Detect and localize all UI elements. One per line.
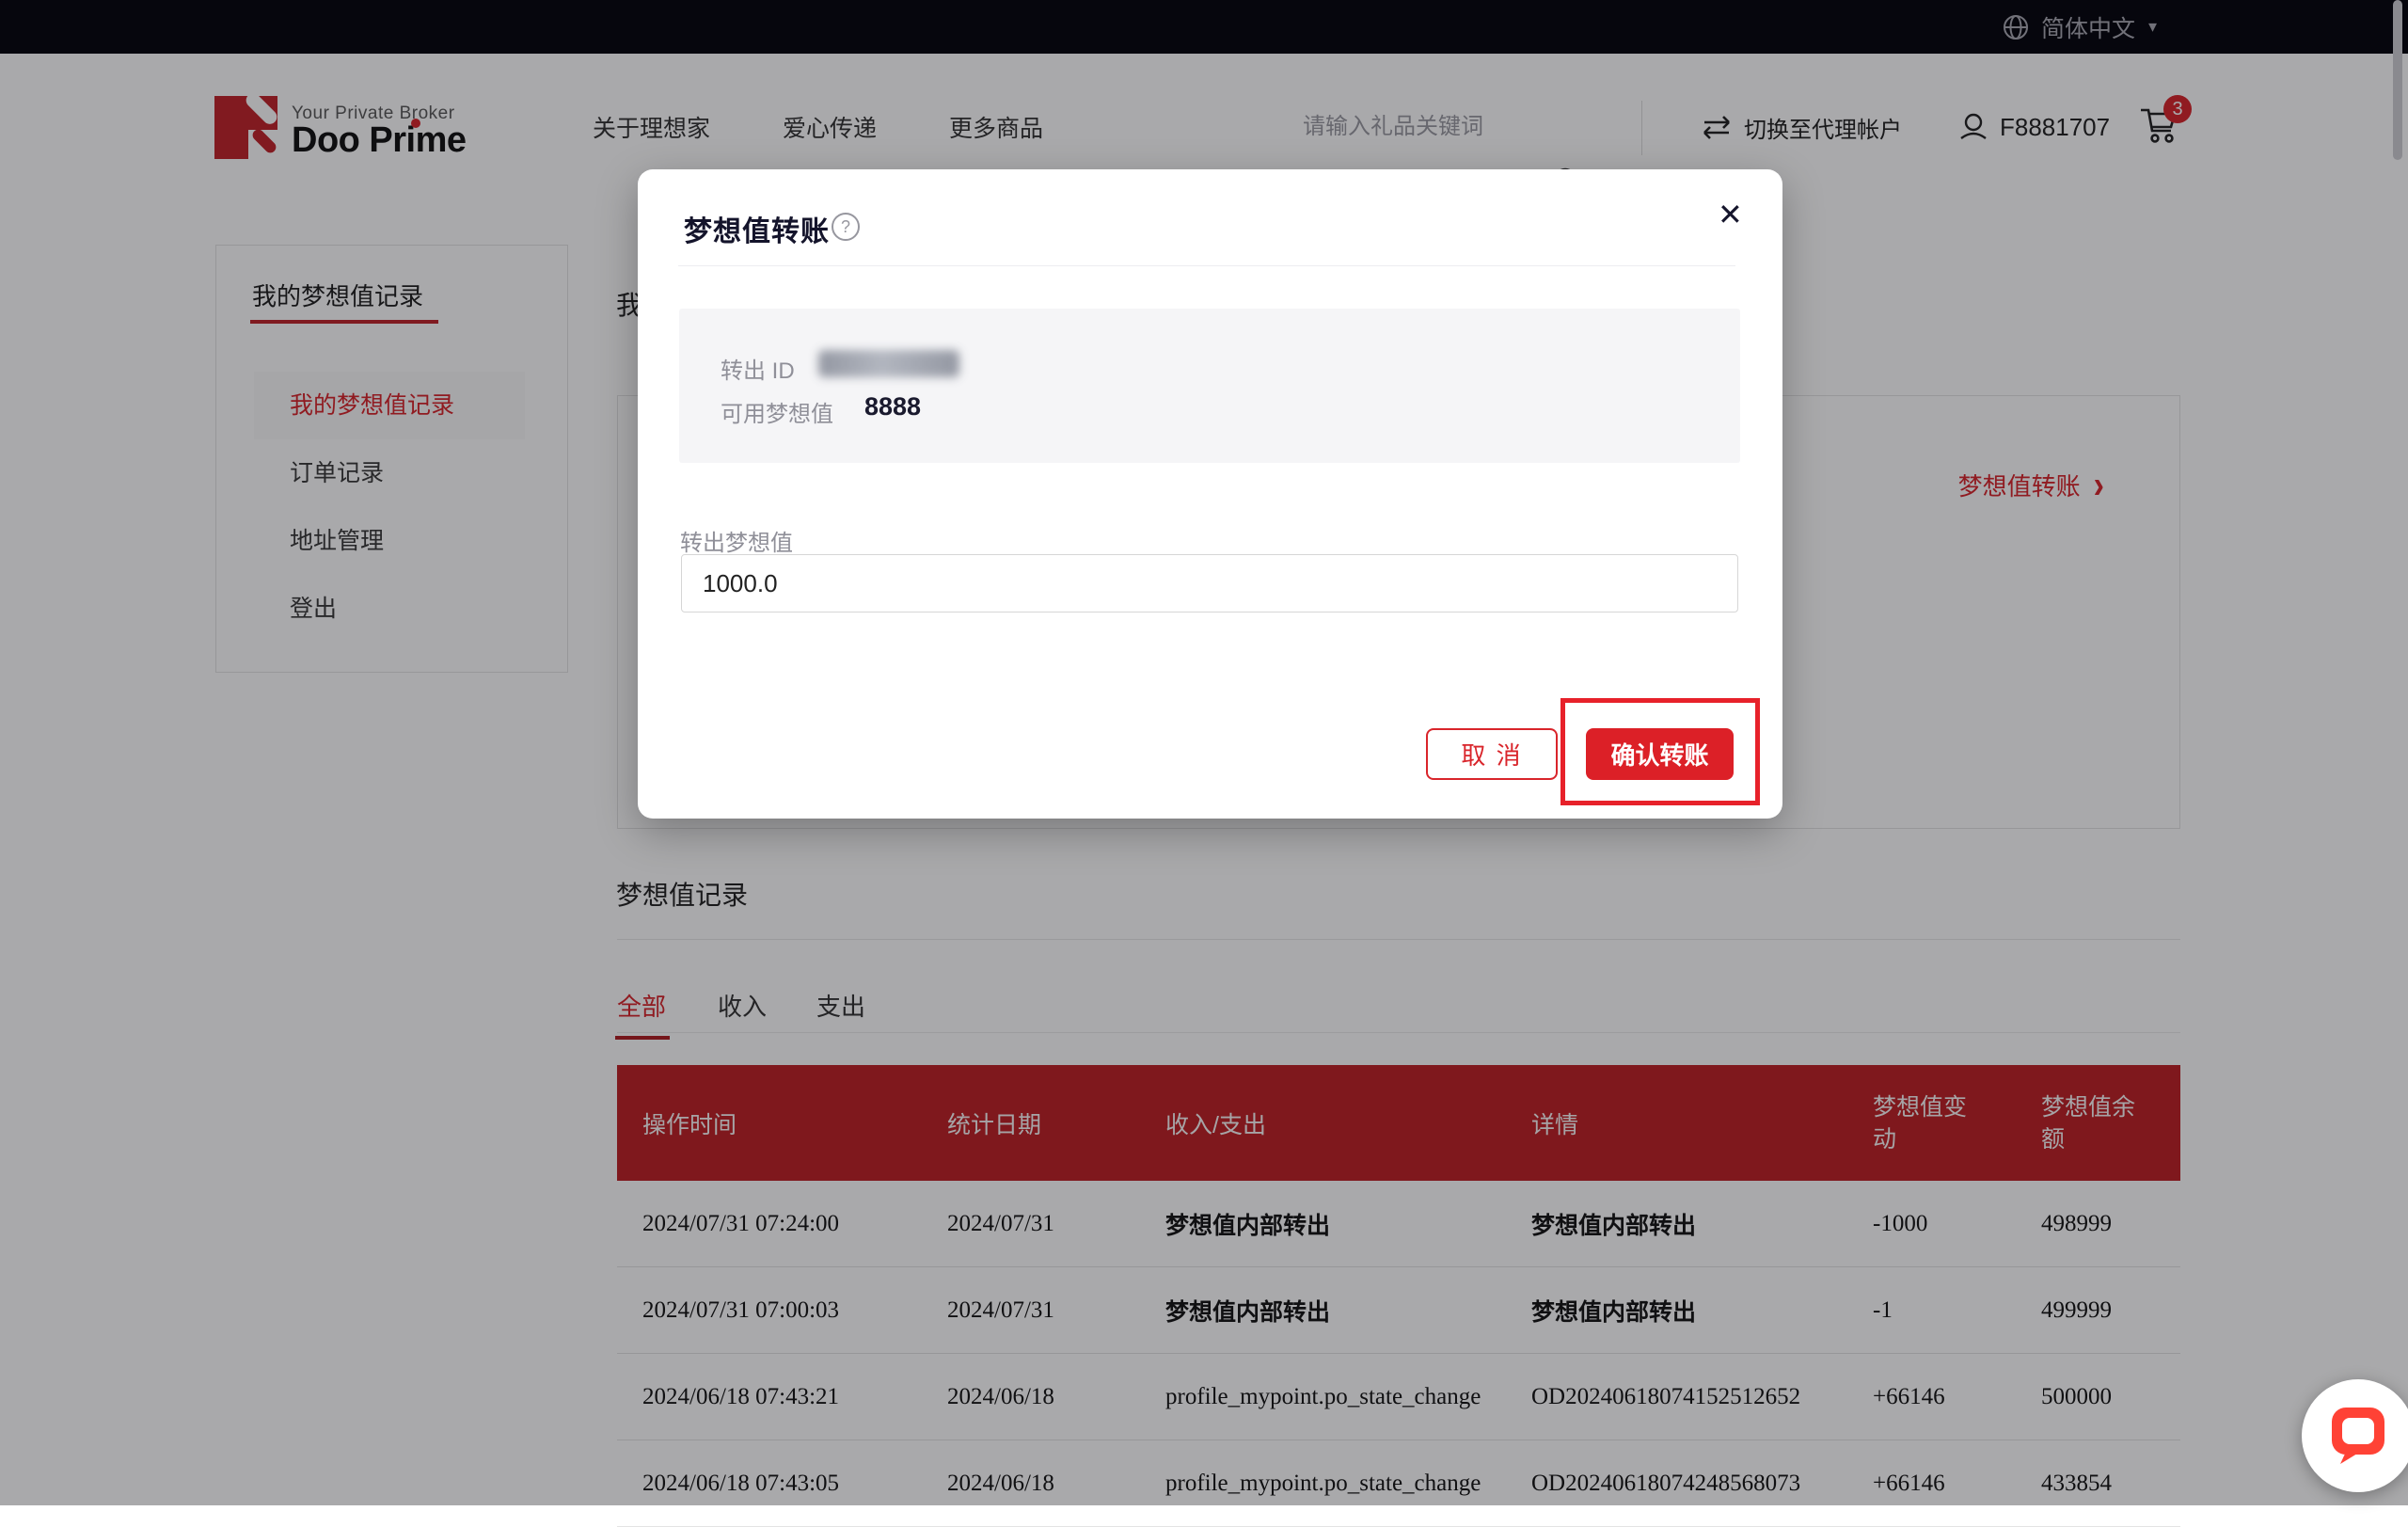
modal-title-divider bbox=[678, 265, 1735, 266]
chat-bubble-icon bbox=[2331, 1407, 2385, 1465]
modal-title: 梦想值转账 bbox=[684, 208, 830, 249]
transfer-id-label: 转出 ID bbox=[721, 352, 795, 385]
available-dream-value-label: 可用梦想值 bbox=[721, 395, 833, 428]
cancel-button[interactable]: 取 消 bbox=[1426, 728, 1558, 780]
transfer-info-box: 转出 ID 可用梦想值 8888 bbox=[679, 309, 1740, 463]
transfer-id-value-redacted bbox=[818, 350, 959, 377]
available-dream-value: 8888 bbox=[864, 392, 921, 422]
help-icon[interactable]: ? bbox=[832, 213, 860, 241]
transfer-amount-label: 转出梦想值 bbox=[680, 524, 793, 557]
close-icon[interactable]: ✕ bbox=[1718, 198, 1743, 231]
live-chat-button[interactable] bbox=[2302, 1379, 2408, 1492]
confirm-button-highlight-box bbox=[1560, 698, 1760, 805]
transfer-amount-input[interactable] bbox=[681, 554, 1738, 612]
